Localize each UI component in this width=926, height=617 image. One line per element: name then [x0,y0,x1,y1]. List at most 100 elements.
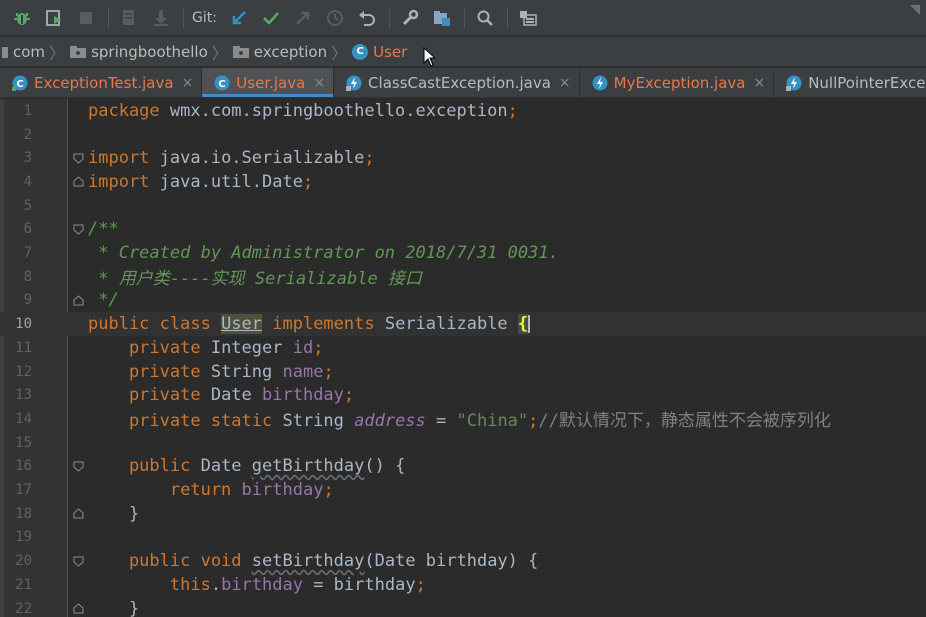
breadcrumb-item-com[interactable]: com [2,37,45,66]
fold-start-icon[interactable] [73,153,84,164]
code-editor[interactable]: 1 package wmx.com.springboothello.except… [0,99,926,617]
code-text: package wmx.com.springboothello.exceptio… [88,100,518,121]
svg-text:C: C [16,79,23,90]
breadcrumb-item-springboothello[interactable]: springboothello [70,37,208,66]
editor-tabs: C ExceptionTest.java × C User.java × Cla… [0,68,926,98]
code-line: 9 */ [0,289,926,313]
code-text: private static String address = "China";… [88,411,831,432]
tab-nullpointerexception[interactable]: NullPointerExceptic [774,68,926,97]
close-icon[interactable]: × [753,75,765,91]
fold-start-icon[interactable] [73,461,84,472]
toolbar-divider [388,6,390,29]
window-corner-icon [910,0,920,15]
code-line: 22 } [0,597,926,617]
breadcrumb-separator: 〉 [49,43,66,63]
code-line: 19 [0,526,926,550]
tab-user[interactable]: C User.java × [202,68,335,97]
code-line: 15 [0,431,926,455]
code-line: 1 package wmx.com.springboothello.except… [0,99,926,123]
text-caret [528,315,531,334]
vcs-download-icon[interactable] [149,6,173,30]
toolbar-divider [183,6,184,29]
code-text: * Created by Administrator on 2018/7/31 … [88,243,559,264]
git-push-icon[interactable] [291,6,315,30]
fold-end-icon[interactable] [73,508,84,519]
code-text: private Integer id; [88,337,324,358]
code-line: 20 public void setBirthday(Date birthday… [0,549,926,573]
folder-icon [2,45,8,59]
fold-start-icon[interactable] [73,224,84,235]
line-number: 3 [23,150,32,167]
code-line: 18 } [0,502,926,526]
code-line: 2 [0,123,926,147]
code-text: return birthday; [88,480,334,501]
breadcrumb-item-exception[interactable]: exception [232,37,327,66]
fold-end-icon[interactable] [73,603,84,614]
code-line: 16 public Date getBirthday() { [0,455,926,479]
code-line: 12 private String name; [0,360,926,384]
line-number: 4 [23,173,32,190]
close-icon[interactable]: × [313,75,325,91]
git-history-icon[interactable] [323,6,347,30]
tab-label: User.java [236,73,306,92]
breadcrumb-item-user[interactable]: C User [352,37,407,66]
line-number: 13 [15,387,32,404]
line-number: 16 [15,458,32,475]
stop-icon[interactable] [74,6,98,30]
line-number: 15 [15,434,32,451]
folder-icon [70,45,87,59]
toolbar-divider [108,6,109,29]
code-line: 11 private Integer id; [0,336,926,360]
run-coverage-icon[interactable] [42,6,66,30]
git-commit-icon[interactable] [259,6,283,30]
code-text: public void setBirthday(Date birthday) { [88,551,539,572]
toolbar-divider [506,6,508,29]
code-text: private Date birthday; [88,385,355,406]
line-number: 12 [15,363,32,380]
code-line: 7 * Created by Administrator on 2018/7/3… [0,241,926,265]
breadcrumb-label: User [373,42,408,61]
class-icon: C [12,75,28,91]
code-text: public class User implements Serializabl… [88,314,531,335]
code-line: 5 [0,194,926,218]
class-icon: C [352,43,369,60]
code-text: * 用户类----实现 Serializable 接口 [88,269,422,290]
line-number: 17 [15,482,32,499]
code-text: this.birthday = birthday; [88,574,426,595]
line-number: 14 [15,410,32,427]
code-line: 3 import java.io.Serializable; [0,146,926,170]
code-text: } [88,503,140,524]
tab-label: NullPointerExceptic [808,73,926,92]
breadcrumb-label: springboothello [91,42,208,61]
code-text: private String name; [88,361,334,382]
close-icon[interactable]: × [182,75,194,91]
exception-class-icon [786,75,802,91]
fold-end-icon[interactable] [73,295,84,306]
fold-end-icon[interactable] [73,176,84,187]
close-icon[interactable]: × [559,75,571,91]
code-text: /** [88,219,119,240]
git-update-icon[interactable] [227,6,251,30]
code-text: public Date getBirthday() { [88,456,406,477]
vcs-history-icon[interactable] [117,6,141,30]
tab-myexception[interactable]: MyException.java × [580,68,775,97]
breadcrumb: com 〉 springboothello 〉 exception 〉 C Us… [0,37,926,67]
tab-exceptiontest[interactable]: C ExceptionTest.java × [0,68,203,97]
search-icon[interactable] [473,6,497,30]
line-number: 1 [23,102,32,119]
tab-classcastexception[interactable]: ClassCastException.java × [334,68,580,97]
breadcrumb-separator: 〉 [211,43,228,63]
wrench-icon[interactable] [398,6,422,30]
exception-class-icon [592,75,608,91]
line-number: 20 [15,553,32,570]
debug-icon[interactable] [10,6,34,30]
project-structure-icon[interactable] [430,6,454,30]
git-label: Git: [192,9,217,26]
tab-label: ExceptionTest.java [34,73,174,92]
code-line: 13 private Date birthday; [0,383,926,407]
fold-start-icon[interactable] [73,556,84,567]
rollback-icon[interactable] [355,6,379,30]
breadcrumb-label: com [13,42,46,61]
layout-icon[interactable] [516,6,540,30]
folder-icon [232,45,249,59]
